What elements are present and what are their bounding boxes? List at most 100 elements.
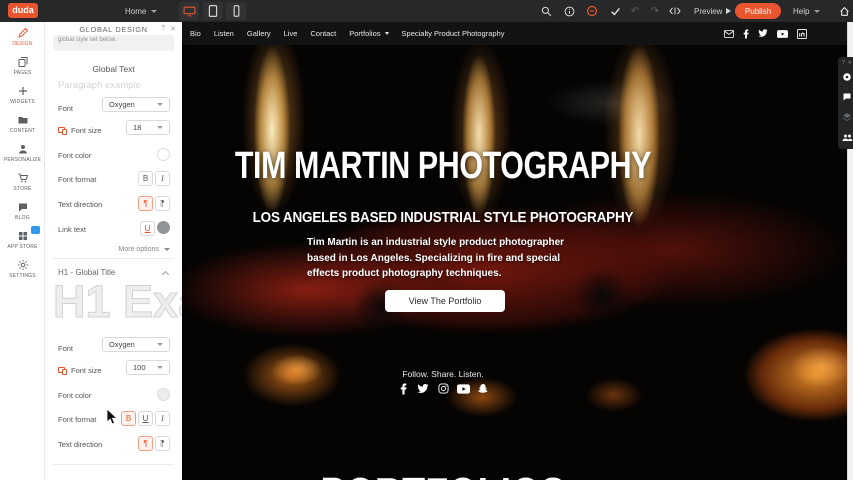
hero-body-text[interactable]: Tim Martin is an industrial style produc… <box>307 235 569 282</box>
youtube-link[interactable] <box>457 382 470 395</box>
site-preview: Bio Listen Gallery Live Contact Portfoli… <box>182 22 853 480</box>
duda-logo[interactable]: duda <box>8 3 38 18</box>
desktop-view-button[interactable] <box>179 2 199 20</box>
layers-button[interactable] <box>838 107 853 127</box>
save-check-button[interactable] <box>607 3 623 19</box>
sidebar-item-personalize[interactable]: PERSONALIZE <box>0 138 45 167</box>
panel-help-button[interactable]: ? <box>161 25 165 33</box>
font-value: Oxygen <box>109 100 135 109</box>
font-color-swatch[interactable] <box>157 148 170 161</box>
speech-bubble-icon <box>17 201 29 213</box>
chat-button[interactable] <box>838 87 853 107</box>
direction-rtl-toggle[interactable]: ¶ <box>155 196 170 211</box>
layers-icon <box>842 112 852 122</box>
assistant-button[interactable] <box>584 3 600 19</box>
collaborators-button[interactable] <box>838 127 853 147</box>
tablet-view-button[interactable] <box>203 2 223 20</box>
follow-text[interactable]: Follow. Share. Listen. <box>182 369 704 379</box>
snapchat-link[interactable] <box>477 382 490 395</box>
instagram-link[interactable] <box>437 382 450 395</box>
site-nav-contact[interactable]: Contact <box>310 29 336 38</box>
code-icon <box>669 6 681 16</box>
italic-toggle[interactable]: I <box>155 171 170 186</box>
h1-underline-toggle[interactable]: U <box>138 411 153 426</box>
publish-button[interactable]: Publish <box>735 3 781 19</box>
comment-pin-button[interactable] <box>838 67 853 87</box>
cart-icon <box>17 172 29 184</box>
sidebar-item-blog[interactable]: BLOG <box>0 196 45 225</box>
linkedin-icon[interactable] <box>797 29 807 39</box>
sidebar-item-pages[interactable]: PAGES <box>0 51 45 80</box>
h1-font-label: Font <box>58 344 73 353</box>
duda-editor: duda Home <box>0 0 853 480</box>
text-direction-label: Text direction <box>58 200 102 209</box>
check-icon <box>610 6 621 17</box>
h1-font-color-label: Font color <box>58 391 91 400</box>
site-nav-portfolios[interactable]: Portfolios <box>349 29 388 38</box>
h1-italic-toggle[interactable]: I <box>155 411 170 426</box>
link-underline-toggle[interactable]: U <box>140 221 155 236</box>
facebook-icon[interactable] <box>743 29 749 39</box>
search-button[interactable] <box>538 3 554 19</box>
twitter-icon[interactable] <box>758 29 768 38</box>
sidebar-item-settings[interactable]: SETTINGS <box>0 254 45 283</box>
youtube-icon[interactable] <box>777 30 788 38</box>
twitter-link[interactable] <box>417 382 430 395</box>
redo-button[interactable]: ↷ <box>647 3 663 19</box>
sidebar-item-app-store[interactable]: APP STORE <box>0 225 45 254</box>
h1-font-select[interactable]: Oxygen <box>102 337 170 352</box>
h1-font-size-select[interactable]: 100 <box>126 360 170 375</box>
h1-direction-rtl-toggle[interactable]: ¶ <box>155 436 170 451</box>
dashboard-home-button[interactable] <box>836 3 852 19</box>
facebook-link[interactable] <box>397 382 410 395</box>
paragraph-style-preview: Paragraph example <box>58 80 141 91</box>
chat-bubble-icon <box>842 92 852 102</box>
h1-font-color-swatch[interactable] <box>157 388 170 401</box>
font-size-label: Font size <box>71 126 101 135</box>
pilcrow-icon: ¶ <box>160 439 164 448</box>
h1-direction-ltr-toggle[interactable]: ¶ <box>138 436 153 451</box>
font-size-select[interactable]: 18 <box>126 120 170 135</box>
sidebar-item-label: APP STORE <box>7 244 37 250</box>
toolbar-close-button[interactable]: ✕ <box>848 60 852 66</box>
dev-mode-button[interactable] <box>667 3 683 19</box>
sidebar-item-design[interactable]: DESIGN <box>0 22 45 51</box>
assistant-icon <box>586 5 598 17</box>
site-nav: Bio Listen Gallery Live Contact Portfoli… <box>182 22 847 45</box>
view-portfolio-button[interactable]: View The Portfolio <box>385 290 505 312</box>
site-nav-specialty[interactable]: Specialty Product Photography <box>402 29 505 38</box>
panel-close-button[interactable]: ✕ <box>170 25 176 33</box>
gear-icon <box>17 259 29 271</box>
hero-title[interactable]: TIM MARTIN PHOTOGRAPHY <box>234 145 652 188</box>
info-button[interactable] <box>561 3 577 19</box>
font-select[interactable]: Oxygen <box>102 97 170 112</box>
site-nav-live[interactable]: Live <box>284 29 298 38</box>
undo-button[interactable]: ↶ <box>627 3 643 19</box>
hero-subtitle[interactable]: LOS ANGELES BASED INDUSTRIAL STYLE PHOTO… <box>208 209 678 226</box>
site-nav-gallery[interactable]: Gallery <box>247 29 271 38</box>
page-selector[interactable]: Home <box>125 0 157 22</box>
sidebar-item-content[interactable]: CONTENT <box>0 109 45 138</box>
mobile-view-button[interactable] <box>226 2 246 20</box>
chevron-down-icon <box>151 10 157 13</box>
sidebar-item-store[interactable]: STORE <box>0 167 45 196</box>
more-options-link[interactable]: More options <box>119 246 170 253</box>
responsive-override-icon <box>58 367 68 375</box>
email-icon[interactable] <box>724 30 734 38</box>
link-color-swatch[interactable] <box>157 221 170 234</box>
direction-ltr-toggle[interactable]: ¶ <box>138 196 153 211</box>
preview-button[interactable]: Preview <box>694 0 731 22</box>
site-nav-bio[interactable]: Bio <box>190 29 201 38</box>
link-text-label: Link text <box>58 225 86 234</box>
sidebar-item-widgets[interactable]: WIDGETS <box>0 80 45 109</box>
toolbar-help-button[interactable]: ? <box>842 60 845 66</box>
preview-label: Preview <box>694 7 722 16</box>
help-menu[interactable]: Help <box>793 0 820 22</box>
bold-toggle[interactable]: B <box>138 171 153 186</box>
h1-bold-toggle[interactable]: B <box>121 411 136 426</box>
portfolios-heading[interactable]: PORTFOLIOS <box>229 467 657 480</box>
chevron-down-icon <box>157 126 163 129</box>
youtube-icon <box>457 384 470 394</box>
facebook-icon <box>400 383 407 395</box>
site-nav-listen[interactable]: Listen <box>214 29 234 38</box>
